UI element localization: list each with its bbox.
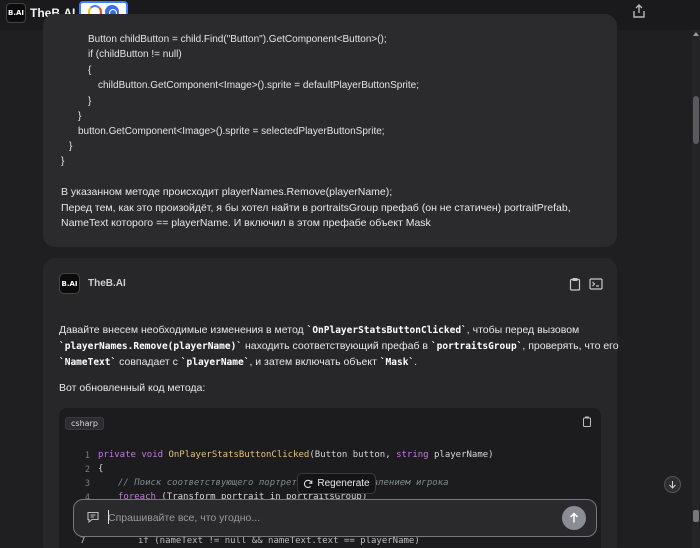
user-code-line: } [69, 141, 73, 152]
inline-code: `OnPlayerStatsButtonClicked` [306, 325, 467, 336]
user-code-line: childButton.GetComponent<Image>().sprite… [98, 80, 420, 91]
code-line: { [98, 464, 104, 474]
code-function-name: OnPlayerStatsButtonClicked [168, 450, 310, 460]
assistant-text-span: совпадает с [116, 356, 181, 368]
user-message-text: NameText которого == playerName. И включ… [61, 217, 431, 229]
code-line: if (nameText != null && nameText.text ==… [138, 536, 420, 546]
assistant-paragraph: Давайте внесем необходимые изменения в м… [59, 323, 579, 338]
terminal-icon[interactable] [589, 277, 603, 291]
share-icon[interactable] [631, 3, 647, 19]
assistant-text-span: находить соответствующий префаб в [242, 340, 431, 352]
page-scrollbar[interactable] [692, 30, 700, 548]
user-code-line: } [78, 111, 82, 122]
code-keyword: private [98, 450, 136, 460]
code-line: private void OnPlayerStatsButtonClicked(… [98, 450, 494, 460]
code-language-tag: csharp [65, 417, 104, 430]
user-code-line: button.GetComponent<Image>().sprite = se… [78, 126, 385, 137]
regenerate-label: Regenerate [317, 478, 370, 489]
arrow-up-icon [569, 512, 579, 523]
refresh-icon [304, 479, 313, 488]
inline-code: `NameText` [59, 357, 117, 368]
inline-code: `playerNames.Remove(playerName)` [59, 341, 243, 352]
assistant-text-span: , проверять, что его [522, 340, 619, 352]
arrow-down-icon [669, 481, 676, 489]
assistant-avatar: B.AI [59, 273, 80, 294]
assistant-text-span: . [414, 356, 418, 368]
code-line-number: 2 [84, 465, 90, 475]
inline-code: `Mask` [379, 357, 415, 368]
scroll-to-bottom-button[interactable] [664, 476, 681, 493]
code-text: playerName) [428, 450, 494, 460]
assistant-text-span: , чтобы перед вызовом [466, 324, 580, 336]
assistant-text-span: Давайте внесем необходимые изменения в м… [59, 324, 307, 336]
chat-input[interactable] [108, 509, 548, 527]
assistant-paragraph: `playerNames.Remove(playerName)` находит… [59, 339, 619, 354]
scrollbar-thumb[interactable] [693, 96, 699, 144]
scroll-up-arrow-icon[interactable] [693, 32, 699, 36]
user-code-line: Button childButton = child.Find("Button"… [88, 34, 387, 45]
assistant-paragraph: Вот обновленный код метода: [59, 382, 206, 394]
user-message-text: Перед тем, как это произойдёт, я бы хоте… [61, 202, 571, 214]
clipboard-icon[interactable] [568, 277, 582, 291]
text-caret [108, 510, 109, 524]
user-code-line: } [88, 96, 92, 107]
code-line-number: 7 [80, 536, 86, 546]
scrollbar-thumb-secondary[interactable] [693, 510, 699, 522]
user-message-text: В указанном методе происходит playerName… [61, 186, 393, 198]
code-line-number: 1 [84, 451, 90, 461]
assistant-name: TheB.AI [88, 278, 126, 289]
code-text: (Button button, [309, 450, 397, 460]
copy-code-icon[interactable] [582, 416, 592, 427]
code-line-number: 3 [84, 479, 90, 489]
assistant-text-span: , и затем включать объект [249, 356, 380, 368]
chat-bubble-icon [87, 511, 99, 524]
user-code-line: { [88, 65, 92, 76]
code-keyword: void [141, 450, 164, 460]
user-code-line: } [61, 156, 65, 167]
user-code-line: if (childButton != null) [88, 49, 182, 60]
inline-code: `portraitsGroup` [430, 341, 523, 352]
code-type: string [396, 450, 429, 460]
assistant-paragraph: `NameText` совпадает с `playerName`, и з… [59, 355, 417, 370]
app-logo[interactable]: B.AI [6, 3, 26, 23]
regenerate-button[interactable]: Regenerate [297, 473, 376, 494]
inline-code: `playerName` [180, 357, 250, 368]
code-comment: // Поиск соответствующего портрета перед… [118, 478, 449, 488]
send-button[interactable] [562, 506, 586, 530]
